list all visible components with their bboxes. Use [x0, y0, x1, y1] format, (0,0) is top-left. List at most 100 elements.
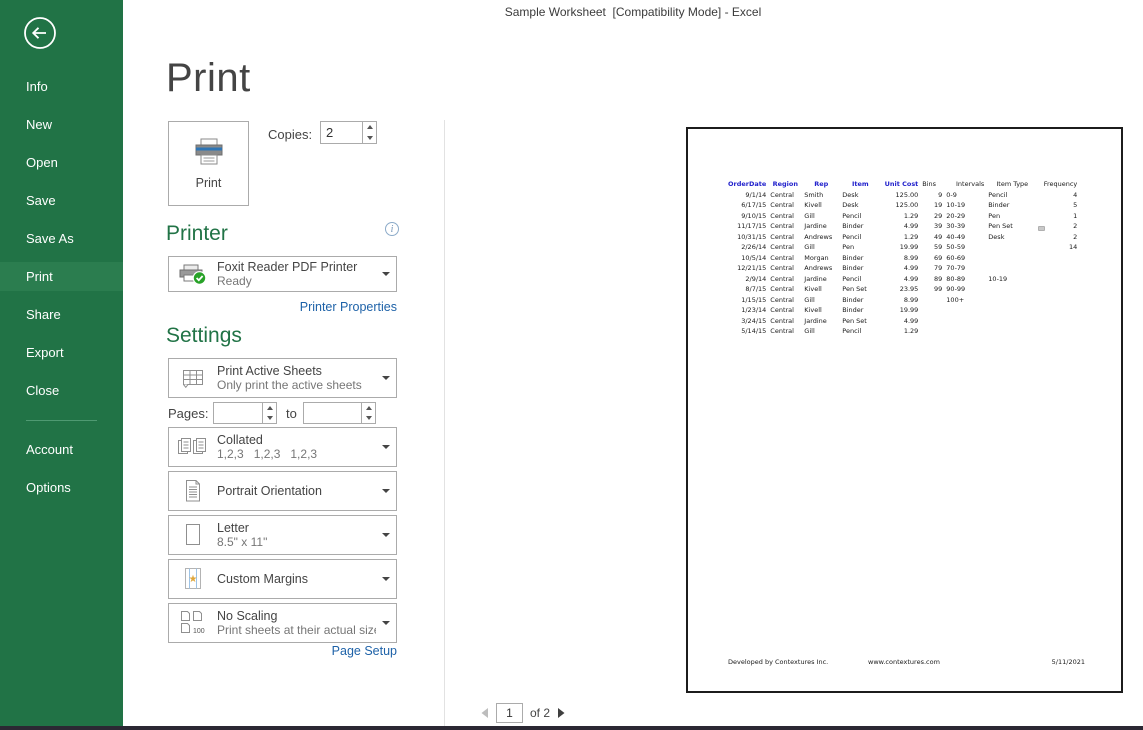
table-cell: Pen Set	[986, 221, 1038, 232]
pages-from-increment-icon[interactable]	[263, 403, 276, 413]
sidebar-item-share[interactable]: Share	[0, 295, 123, 333]
table-cell: Pencil	[986, 190, 1038, 201]
table-cell: Central	[768, 253, 802, 264]
table-cell	[920, 305, 944, 316]
footer-right-text: 5/11/2021	[1052, 658, 1085, 666]
current-page-input[interactable]	[496, 703, 523, 723]
dropdown-subtitle: 1,2,3 1,2,3 1,2,3	[217, 447, 376, 461]
table-cell: 1.29	[880, 232, 920, 243]
setting-dropdown-print-active-sheets[interactable]: Print Active SheetsOnly print the active…	[168, 358, 397, 398]
table-cell: 70-79	[944, 263, 986, 274]
sidebar-item-print[interactable]: Print	[0, 262, 123, 291]
table-cell: Pen	[986, 211, 1038, 222]
table-cell: Desk	[840, 200, 880, 211]
dropdown-subtitle: 8.5" x 11"	[217, 535, 376, 549]
table-cell: 29	[920, 211, 944, 222]
sidebar-item-new[interactable]: New	[0, 105, 123, 143]
printer-properties-link[interactable]: Printer Properties	[300, 300, 397, 314]
table-cell: 4.99	[880, 316, 920, 327]
page-setup-link[interactable]: Page Setup	[332, 644, 397, 658]
copies-input[interactable]	[321, 122, 362, 143]
pages-to-input[interactable]	[304, 403, 361, 423]
print-button[interactable]: Print	[168, 121, 249, 206]
printer-status: Ready	[217, 274, 376, 288]
sidebar-item-info[interactable]: Info	[0, 67, 123, 105]
table-row: 2/9/14CentralJardinePencil4.998980-8910-…	[726, 274, 1079, 285]
table-cell	[920, 295, 944, 306]
table-cell: 40-49	[944, 232, 986, 243]
sidebar-item-label: Close	[26, 383, 59, 398]
worksheet-table: OrderDateRegionRepItemUnit CostBinsInter…	[726, 179, 1079, 337]
table-cell: Pen	[840, 242, 880, 253]
table-cell	[1038, 305, 1079, 316]
table-cell: Pen Set	[840, 284, 880, 295]
table-cell: 10-19	[944, 200, 986, 211]
setting-dropdown-no-scaling[interactable]: 100No ScalingPrint sheets at their actua…	[168, 603, 397, 643]
sidebar-item-close[interactable]: Close	[0, 371, 123, 409]
table-cell: 23.95	[880, 284, 920, 295]
svg-text:100: 100	[193, 628, 205, 635]
table-cell: 89	[920, 274, 944, 285]
titlebar: Sample Worksheet [Compatibility Mode] - …	[123, 0, 1143, 24]
table-cell	[1038, 263, 1079, 274]
dropdown-title: Print Active Sheets	[217, 364, 376, 378]
table-cell: 69	[920, 253, 944, 264]
setting-dropdown-custom-margins[interactable]: ★Custom Margins	[168, 559, 397, 599]
collated-icon	[169, 435, 217, 459]
table-cell	[1038, 295, 1079, 306]
table-cell: 60-69	[944, 253, 986, 264]
sidebar-item-label: Export	[26, 345, 64, 360]
pages-to-decrement-icon[interactable]	[362, 413, 375, 423]
next-page-icon[interactable]	[557, 707, 566, 719]
table-cell: 10-19	[986, 274, 1038, 285]
column-header: Unit Cost	[880, 179, 920, 190]
portrait-icon	[169, 478, 217, 504]
sidebar-item-export[interactable]: Export	[0, 333, 123, 371]
sidebar-item-save-as[interactable]: Save As	[0, 219, 123, 257]
setting-dropdown-collated[interactable]: Collated1,2,3 1,2,3 1,2,3	[168, 427, 397, 467]
previous-page-icon[interactable]	[480, 707, 489, 719]
table-row: 5/14/15CentralGillPencil1.29	[726, 326, 1079, 337]
pages-to-increment-icon[interactable]	[362, 403, 375, 413]
sidebar-item-label: New	[26, 117, 52, 132]
window-title: Sample Worksheet [Compatibility Mode] - …	[505, 5, 762, 19]
table-cell: Central	[768, 242, 802, 253]
column-header: Item Type	[986, 179, 1038, 190]
table-cell: 20-29	[944, 211, 986, 222]
pages-from-decrement-icon[interactable]	[263, 413, 276, 423]
page-navigation: of 2	[480, 700, 566, 726]
sidebar-item-save[interactable]: Save	[0, 181, 123, 219]
back-button[interactable]	[22, 15, 58, 51]
table-cell: 1/23/14	[726, 305, 768, 316]
print-preview-page: OrderDateRegionRepItemUnit CostBinsInter…	[686, 127, 1123, 693]
table-cell: 2/26/14	[726, 242, 768, 253]
sidebar-item-options[interactable]: Options	[0, 468, 123, 506]
back-arrow-icon	[22, 38, 58, 55]
table-row: 10/31/15CentralAndrewsPencil1.294940-49D…	[726, 232, 1079, 243]
info-icon[interactable]: i	[385, 222, 399, 236]
table-cell: Gill	[802, 326, 840, 337]
pages-from-input[interactable]	[214, 403, 262, 423]
table-cell	[986, 305, 1038, 316]
copies-decrement-icon[interactable]	[363, 133, 376, 144]
dropdown-title: Portrait Orientation	[217, 484, 376, 498]
table-cell: 8/7/15	[726, 284, 768, 295]
dropdown-title: Letter	[217, 521, 376, 535]
sidebar-item-account[interactable]: Account	[0, 430, 123, 468]
printer-select[interactable]: Foxit Reader PDF Printer Ready	[168, 256, 397, 292]
letter-icon	[169, 522, 217, 548]
table-cell	[1038, 253, 1079, 264]
table-cell: Pencil	[840, 211, 880, 222]
table-cell: 6/17/15	[726, 200, 768, 211]
copies-increment-icon[interactable]	[363, 122, 376, 133]
table-cell: 90-99	[944, 284, 986, 295]
sidebar-item-label: Account	[26, 442, 73, 457]
setting-dropdown-portrait-orientation[interactable]: Portrait Orientation	[168, 471, 397, 511]
printer-ready-icon	[169, 262, 217, 286]
svg-text:★: ★	[189, 574, 198, 585]
table-cell: Central	[768, 284, 802, 295]
setting-dropdown-letter[interactable]: Letter8.5" x 11"	[168, 515, 397, 555]
sidebar-item-open[interactable]: Open	[0, 143, 123, 181]
sidebar-item-label: Options	[26, 480, 71, 495]
sidebar-item-label: Open	[26, 155, 58, 170]
